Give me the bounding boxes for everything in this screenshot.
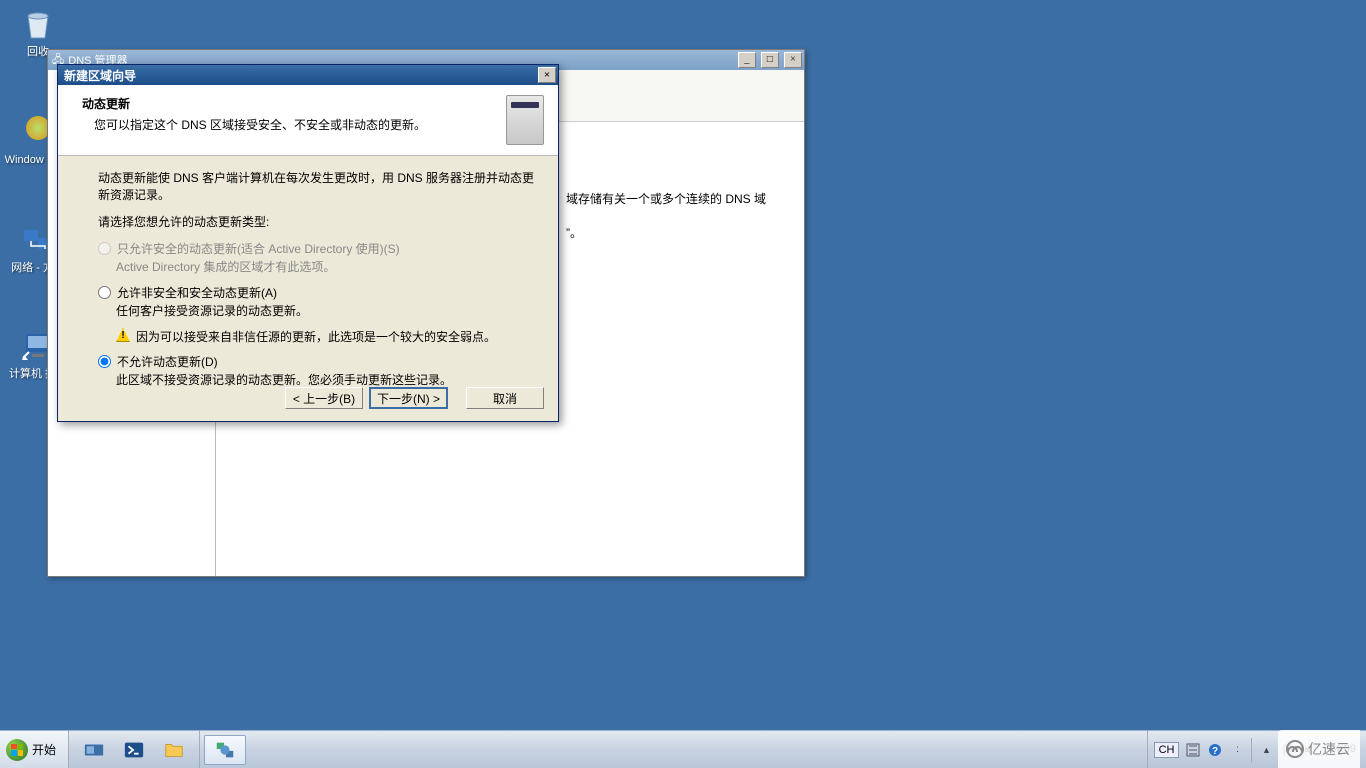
option-secure-only-sub: Active Directory 集成的区域才有此选项。 xyxy=(98,259,534,276)
server-icon xyxy=(506,95,544,145)
clock-time: 14:09 xyxy=(1328,743,1356,755)
recycle-bin-icon xyxy=(18,4,58,44)
quick-launch xyxy=(69,731,200,768)
option-secure-only: 只允许安全的动态更新(适合 Active Directory 使用)(S) xyxy=(98,240,534,257)
option-allow-all-label: 允许非安全和安全动态更新(A) xyxy=(117,284,277,301)
wizard-header: 动态更新 您可以指定这个 DNS 区域接受安全、不安全或非动态的更新。 xyxy=(58,85,558,156)
close-button[interactable]: × xyxy=(784,52,802,68)
taskbar: 开始 CH ? : ▲ 14:09 xyxy=(0,730,1366,768)
wizard-close-button[interactable]: × xyxy=(538,67,556,83)
option-no-dynamic-label: 不允许动态更新(D) xyxy=(117,353,218,370)
start-label: 开始 xyxy=(32,741,56,758)
back-button[interactable]: < 上一步(B) xyxy=(285,387,363,409)
minimize-button[interactable]: _ xyxy=(738,52,756,68)
ime-indicator[interactable]: CH xyxy=(1154,742,1180,758)
wizard-title-text: 新建区域向导 xyxy=(64,67,538,84)
ql-explorer[interactable] xyxy=(155,735,193,765)
system-tray: CH ? : ▲ 14:09 xyxy=(1147,731,1366,768)
warning-icon: ! xyxy=(116,328,130,342)
option-no-dynamic-radio[interactable] xyxy=(98,355,111,368)
volume-icon[interactable] xyxy=(1302,742,1318,758)
wizard-header-title: 动态更新 xyxy=(82,95,498,112)
option-allow-all-warning: ! 因为可以接受来自非信任源的更新，此选项是一个较大的安全弱点。 xyxy=(98,328,534,345)
option-no-dynamic[interactable]: 不允许动态更新(D) xyxy=(98,353,534,370)
ime-options-icon[interactable]: : xyxy=(1229,742,1245,758)
clock[interactable]: 14:09 xyxy=(1324,743,1360,755)
option-allow-all-sub: 任何客户接受资源记录的动态更新。 xyxy=(98,303,534,320)
start-orb-icon xyxy=(6,739,28,761)
start-button[interactable]: 开始 xyxy=(0,731,69,768)
wizard-intro-text: 动态更新能使 DNS 客户端计算机在每次发生更改时，用 DNS 服务器注册并动态… xyxy=(98,170,534,204)
option-allow-all[interactable]: 允许非安全和安全动态更新(A) xyxy=(98,284,534,301)
option-secure-only-label: 只允许安全的动态更新(适合 Active Directory 使用)(S) xyxy=(117,240,400,257)
taskbar-app-dns[interactable] xyxy=(204,735,246,765)
wizard-prompt-text: 请选择您想允许的动态更新类型: xyxy=(98,214,534,231)
wizard-header-desc: 您可以指定这个 DNS 区域接受安全、不安全或非动态的更新。 xyxy=(82,116,498,133)
ime-mode-icon[interactable] xyxy=(1185,742,1201,758)
option-secure-only-radio xyxy=(98,242,111,255)
dns-bg-text-2: ”。 xyxy=(566,226,582,240)
cancel-button[interactable]: 取消 xyxy=(466,387,544,409)
next-button[interactable]: 下一步(N) > xyxy=(369,387,448,409)
new-zone-wizard-dialog: 新建区域向导 × 动态更新 您可以指定这个 DNS 区域接受安全、不安全或非动态… xyxy=(57,64,559,422)
wizard-body: 动态更新能使 DNS 客户端计算机在每次发生更改时，用 DNS 服务器注册并动态… xyxy=(58,156,558,407)
dns-bg-text-1: 域存储有关一个或多个连续的 DNS 域 xyxy=(566,192,766,206)
ql-server-manager[interactable] xyxy=(75,735,113,765)
flag-icon[interactable] xyxy=(1280,742,1296,758)
svg-text:?: ? xyxy=(1212,746,1218,757)
warning-text: 因为可以接受来自非信任源的更新，此选项是一个较大的安全弱点。 xyxy=(136,328,496,345)
maximize-button[interactable]: □ xyxy=(761,52,779,68)
help-icon[interactable]: ? xyxy=(1207,742,1223,758)
ql-powershell[interactable] xyxy=(115,735,153,765)
wizard-titlebar[interactable]: 新建区域向导 × xyxy=(58,65,558,85)
tray-expand-icon[interactable]: ▲ xyxy=(1258,742,1274,758)
option-allow-all-radio[interactable] xyxy=(98,286,111,299)
